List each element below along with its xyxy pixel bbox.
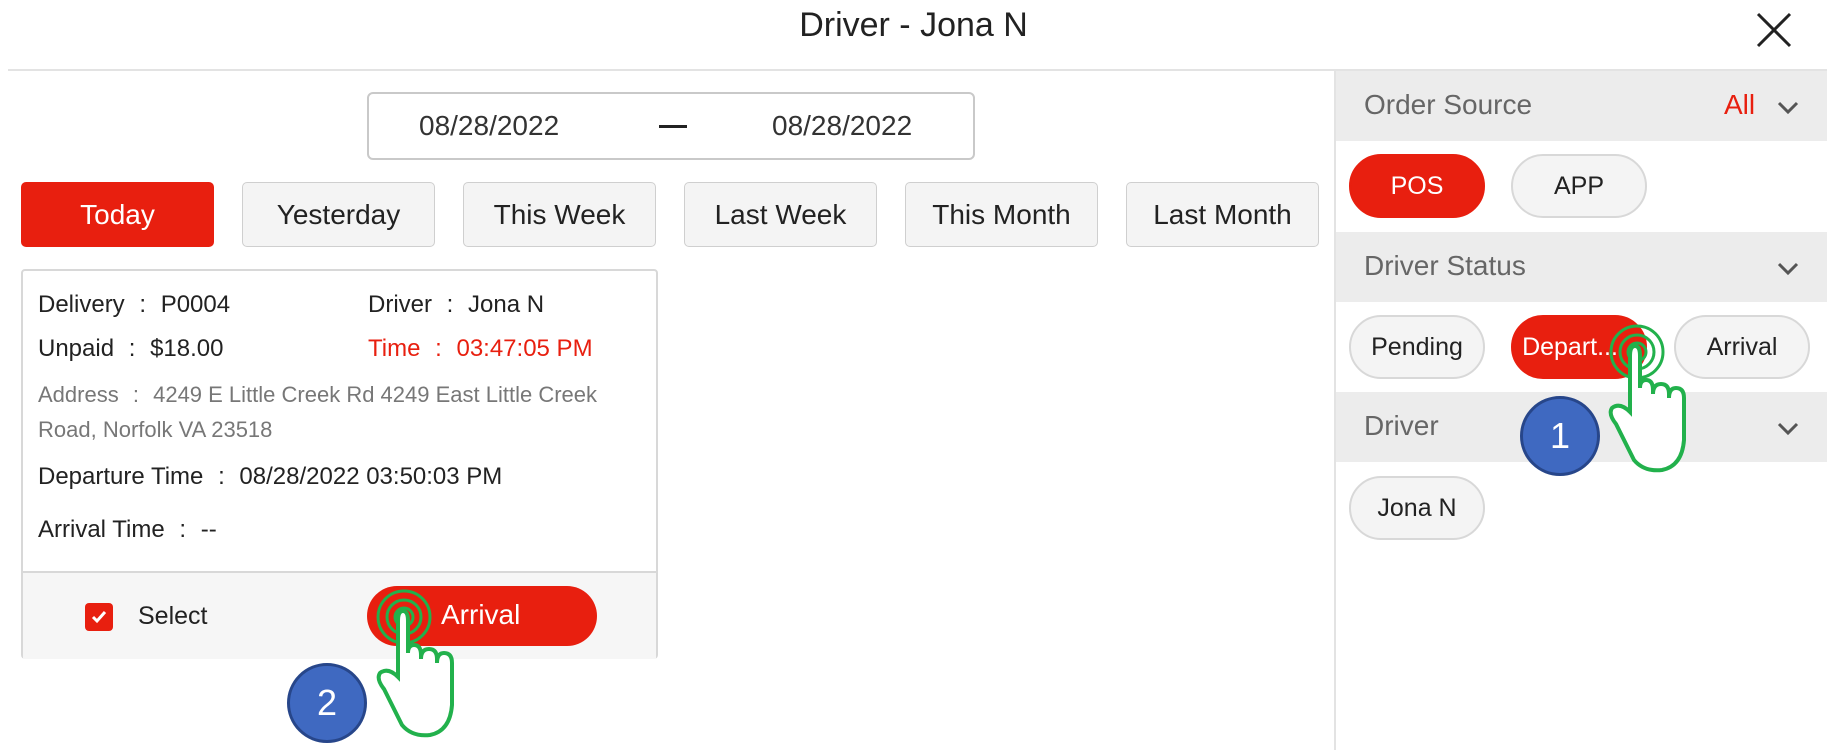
select-label[interactable]: Select xyxy=(138,602,207,631)
driver-filter-label: Driver xyxy=(1364,410,1439,441)
time-value: 03:47:05 PM xyxy=(456,335,593,362)
driver-status-header[interactable]: Driver Status xyxy=(1336,232,1827,302)
arrival-pill[interactable]: Arrival xyxy=(1674,315,1810,379)
driver-row: Driver : Jona N xyxy=(368,291,544,319)
unpaid-value: $18.00 xyxy=(150,335,224,362)
check-icon xyxy=(91,611,107,624)
unpaid-row: Unpaid : $18.00 xyxy=(38,335,223,363)
order-source-header[interactable]: Order Source All xyxy=(1336,71,1827,141)
pos-pill[interactable]: POS xyxy=(1349,154,1485,218)
time-row: Time : 03:47:05 PM xyxy=(368,335,593,363)
arrival-value: -- xyxy=(200,516,217,543)
step-1-badge: 1 xyxy=(1520,396,1600,476)
app-pill[interactable]: APP xyxy=(1511,154,1647,218)
order-source-label: Order Source xyxy=(1364,89,1533,120)
order-source-value: All xyxy=(1724,89,1756,120)
date-to[interactable]: 08/28/2022 xyxy=(772,110,912,142)
date-range-picker[interactable]: 08/28/2022 08/28/2022 xyxy=(367,92,975,160)
chevron-down-icon[interactable] xyxy=(1774,93,1802,121)
delivery-value: P0004 xyxy=(160,291,231,318)
date-from[interactable]: 08/28/2022 xyxy=(419,110,559,142)
delivery-separator: : xyxy=(139,291,147,318)
this-month-button[interactable]: This Month xyxy=(905,182,1098,247)
this-week-button[interactable]: This Week xyxy=(463,182,656,247)
driver-value: Jona N xyxy=(468,291,545,318)
driver-jona-pill[interactable]: Jona N xyxy=(1349,476,1485,540)
last-month-button[interactable]: Last Month xyxy=(1126,182,1319,247)
order-card: Delivery : P0004 Driver : Jona N Unpaid … xyxy=(21,269,658,659)
arrival-separator: : xyxy=(179,516,187,543)
date-range-dash xyxy=(659,125,687,128)
yesterday-button[interactable]: Yesterday xyxy=(242,182,435,247)
driver-status-label: Driver Status xyxy=(1364,250,1526,281)
card-footer: Select Arrival xyxy=(23,571,656,659)
address-separator: : xyxy=(132,382,139,407)
delivery-row: Delivery : P0004 xyxy=(38,291,230,319)
arrival-row: Arrival Time : -- xyxy=(38,516,217,544)
last-week-button[interactable]: Last Week xyxy=(684,182,877,247)
driver-label: Driver xyxy=(368,291,432,318)
tap-hand-icon xyxy=(1608,324,1686,473)
chevron-down-icon[interactable] xyxy=(1774,254,1802,282)
time-label: Time xyxy=(368,335,421,362)
departure-label: Departure Time xyxy=(38,463,204,490)
chevron-down-icon[interactable] xyxy=(1774,414,1802,442)
unpaid-label: Unpaid xyxy=(38,335,115,362)
driver-separator: : xyxy=(446,291,454,318)
address-line1: 4249 E Little Creek Rd 4249 East Little … xyxy=(153,382,598,407)
departure-row: Departure Time : 08/28/2022 03:50:03 PM xyxy=(38,463,502,491)
unpaid-separator: : xyxy=(128,335,136,362)
delivery-label: Delivery xyxy=(38,291,125,318)
close-icon[interactable] xyxy=(1752,8,1796,52)
address-row: Address : 4249 E Little Creek Rd 4249 Ea… xyxy=(38,382,597,408)
departure-separator: : xyxy=(218,463,225,490)
step-2-badge: 2 xyxy=(287,663,367,743)
pending-pill[interactable]: Pending xyxy=(1349,315,1485,379)
arrival-label: Arrival Time xyxy=(38,516,165,543)
tap-hand-icon xyxy=(376,589,454,738)
departure-value: 08/28/2022 03:50:03 PM xyxy=(239,463,503,490)
address-label: Address xyxy=(38,382,119,407)
address-line2: Road, Norfolk VA 23518 xyxy=(38,417,273,442)
page-title: Driver - Jona N xyxy=(799,6,1028,44)
today-button[interactable]: Today xyxy=(21,182,214,247)
time-separator: : xyxy=(435,335,442,362)
select-checkbox[interactable] xyxy=(85,603,113,631)
